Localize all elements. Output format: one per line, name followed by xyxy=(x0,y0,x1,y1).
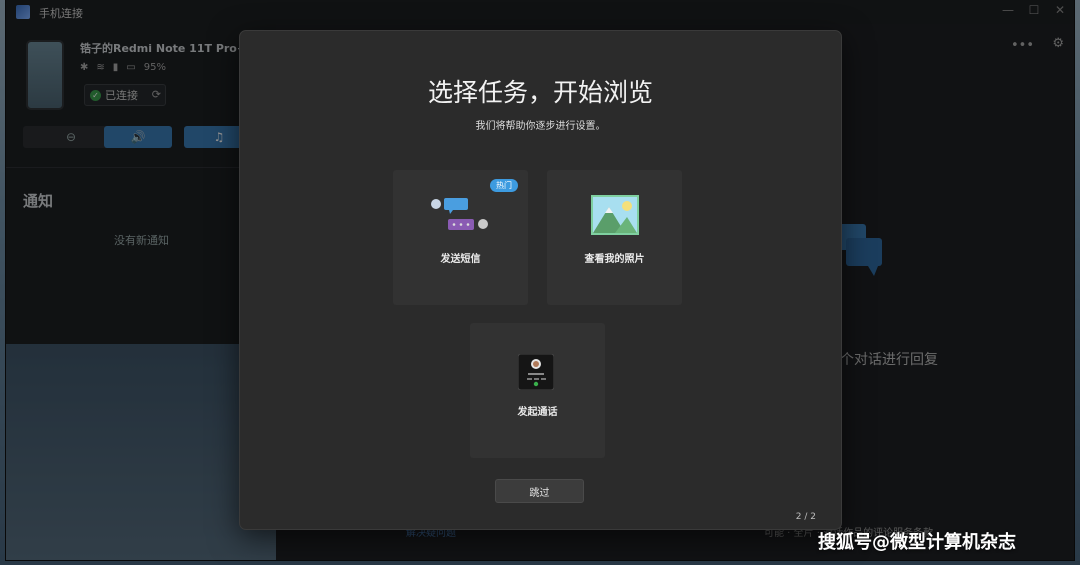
phone-call-icon xyxy=(518,354,554,390)
card-view-photos[interactable]: 查看我的照片 xyxy=(547,170,682,305)
card-send-messages[interactable]: 热门 发送短信 xyxy=(393,170,528,305)
popular-badge: 热门 xyxy=(490,179,518,192)
dialog-subtitle: 我们将帮助你逐步进行设置。 xyxy=(475,121,606,132)
dialog-title: 选择任务，开始浏览 xyxy=(427,78,653,107)
photo-icon xyxy=(591,195,639,235)
card-label: 发送短信 xyxy=(440,254,481,265)
page-indicator: 2 / 2 xyxy=(795,512,816,522)
watermark: 搜狐号@微型计算机杂志 xyxy=(818,532,1016,553)
card-label: 发起通话 xyxy=(517,407,558,418)
card-start-call[interactable]: 发起通话 xyxy=(470,323,605,458)
messages-icon xyxy=(431,198,488,230)
skip-button[interactable]: 跳过 xyxy=(495,479,584,503)
setup-dialog: 选择任务，开始浏览 我们将帮助你逐步进行设置。 热门 发送短信 查看我的照片 发… xyxy=(239,30,842,530)
card-label: 查看我的照片 xyxy=(584,254,645,265)
